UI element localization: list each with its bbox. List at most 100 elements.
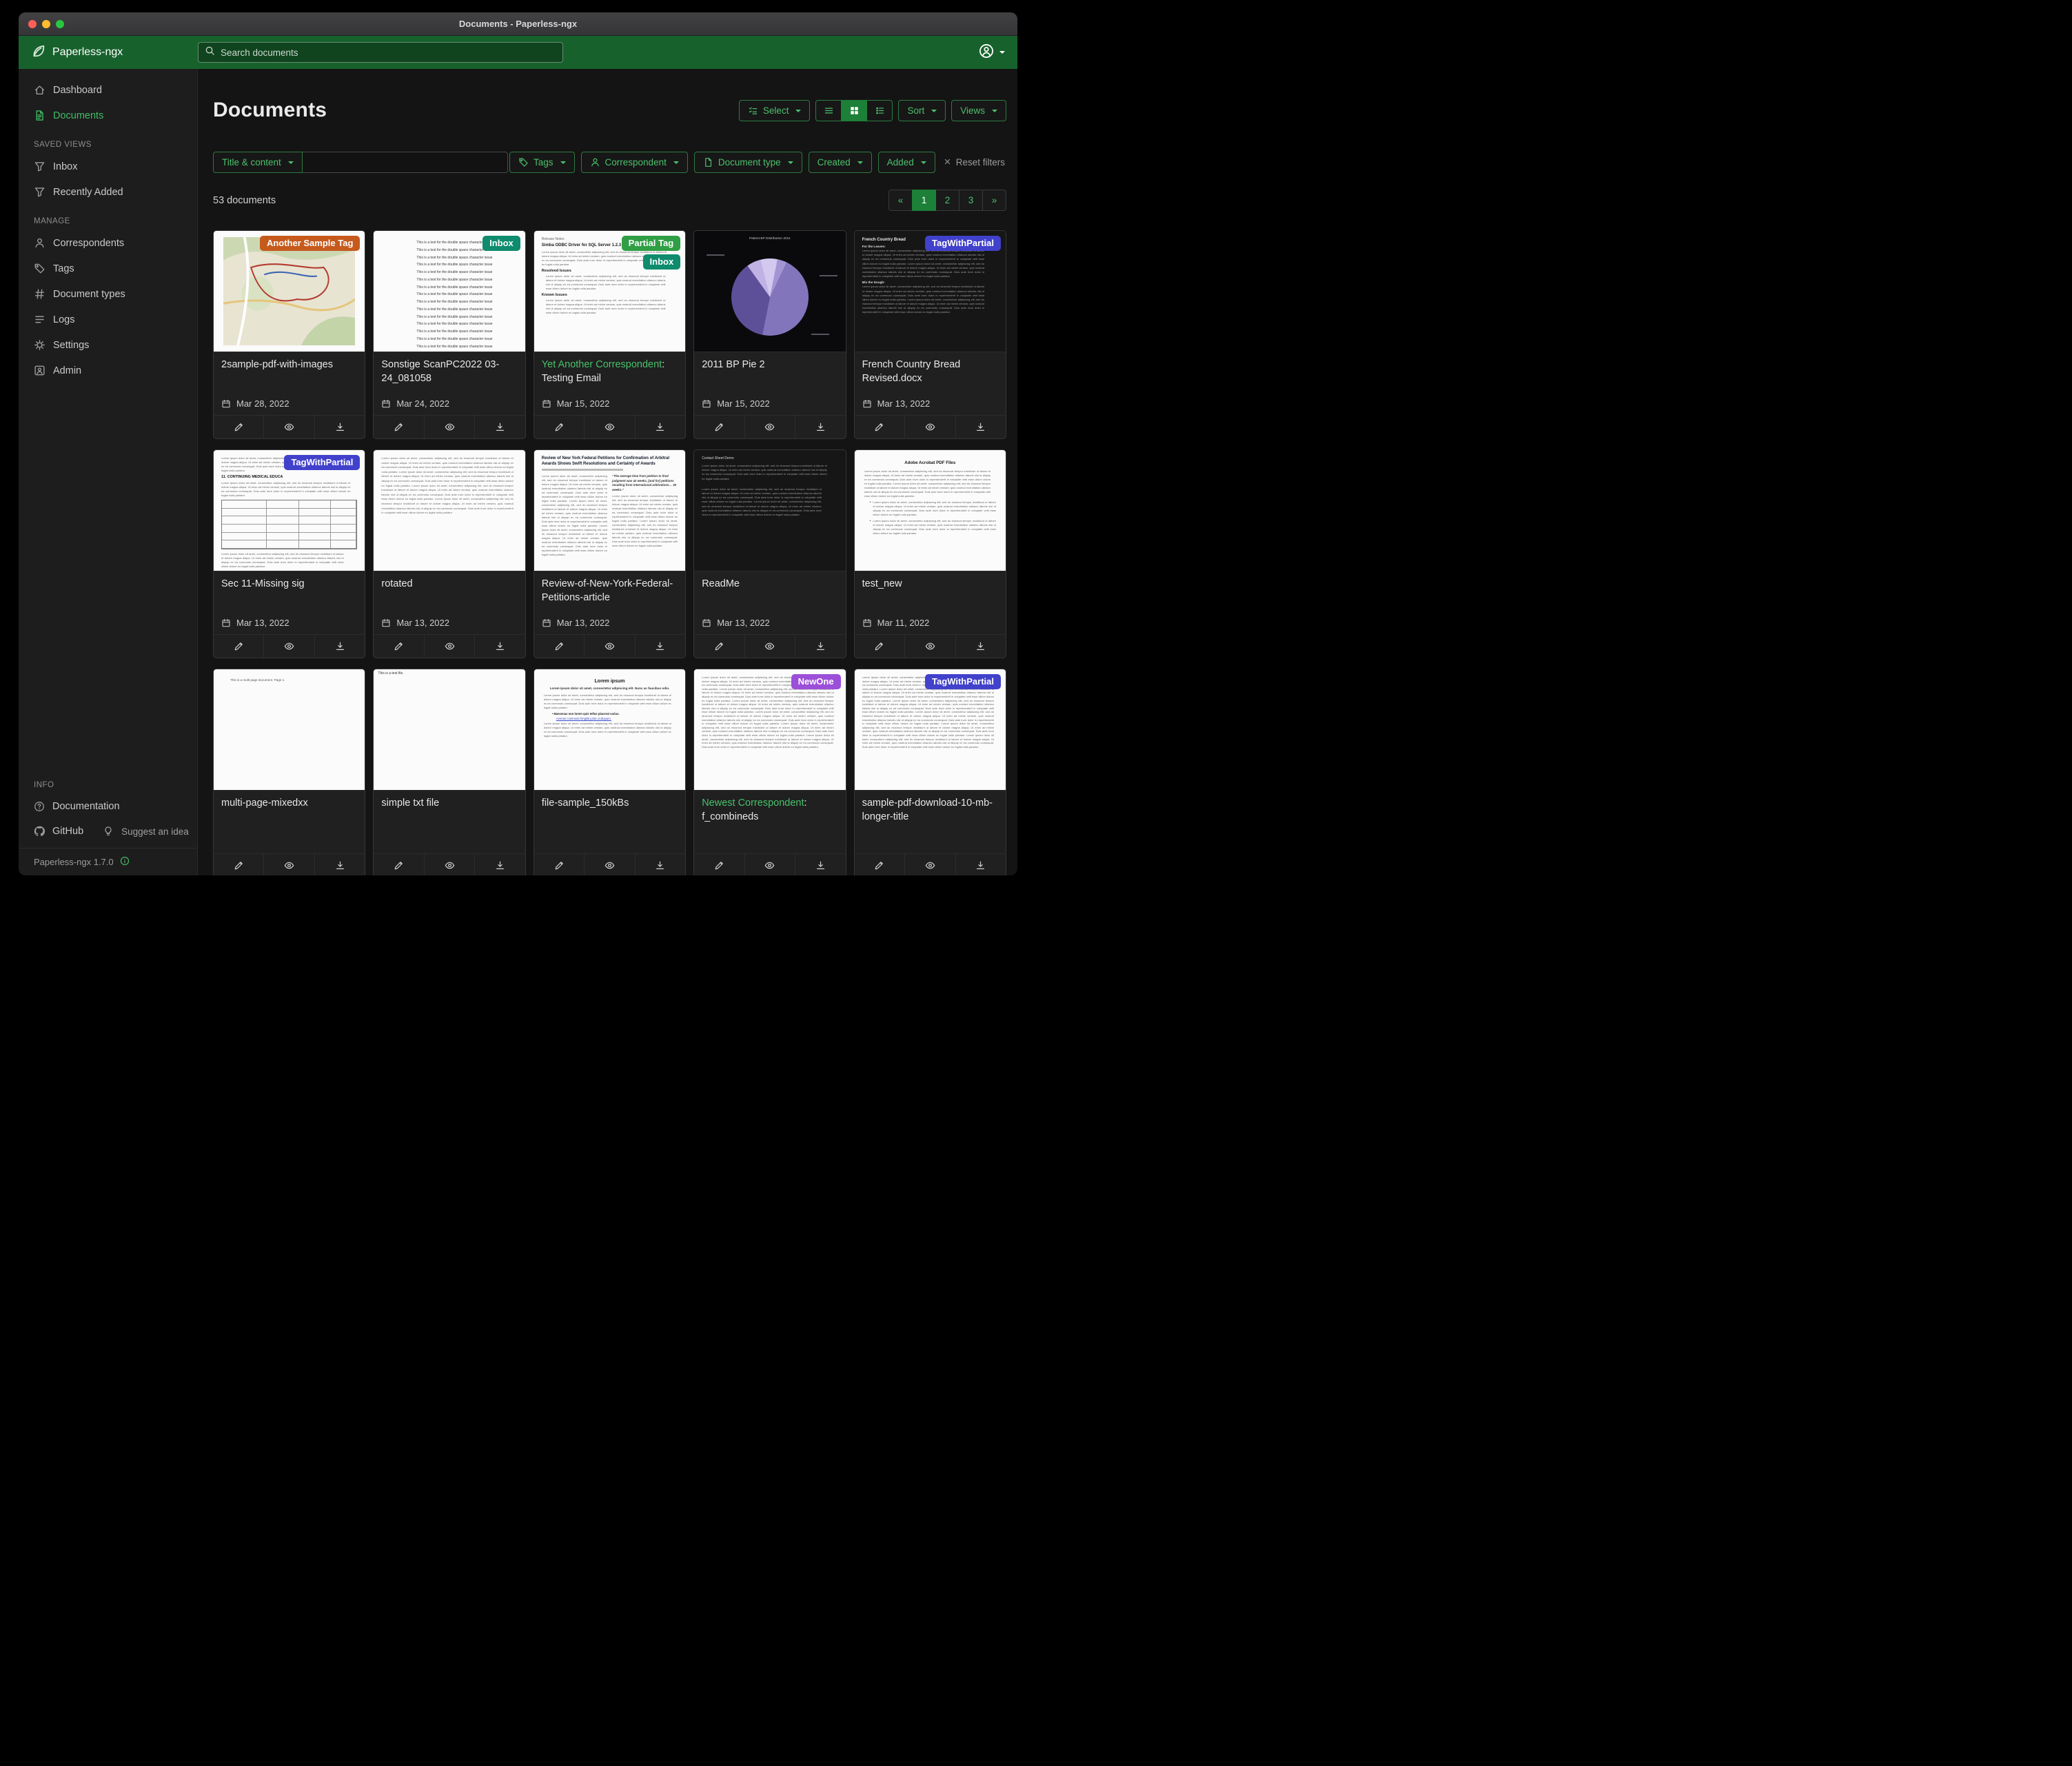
sidebar-item-tags[interactable]: Tags [19,256,197,281]
edit-button[interactable] [534,416,584,438]
tag-another-sample-tag[interactable]: Another Sample Tag [260,236,360,251]
views-button[interactable]: Views [951,100,1006,121]
document-type-filter-button[interactable]: Document type [694,152,802,173]
sidebar-item-settings[interactable]: Settings [19,332,197,358]
download-button[interactable] [474,416,525,438]
document-thumbnail[interactable]: Lorem ipsum dolor sit amet, consectetur … [694,669,845,791]
edit-button[interactable] [374,635,423,658]
edit-button[interactable] [694,854,744,875]
close-window-button[interactable] [28,20,37,28]
document-title[interactable]: Newest Correspondent: f_combineds [702,797,837,824]
document-title[interactable]: file-sample_150kBs [542,797,678,811]
view-button[interactable] [424,854,474,875]
download-button[interactable] [795,416,845,438]
document-thumbnail[interactable]: Lorem ipsum dolor sit amet, consectetur … [374,450,525,571]
download-button[interactable] [635,635,685,658]
document-card[interactable]: Lorem ipsum dolor sit amet, consectetur … [693,669,846,875]
tag-tagwithpartial[interactable]: TagWithPartial [925,236,1001,251]
edit-button[interactable] [855,635,904,658]
download-button[interactable] [955,854,1006,875]
document-card[interactable]: This is a test for the double space char… [373,230,525,439]
sidebar-item-recently-added[interactable]: Recently Added [19,179,197,205]
minimize-window-button[interactable] [42,20,50,28]
edit-button[interactable] [534,854,584,875]
document-title[interactable]: Sonstige ScanPC2022 03-24_081058 [381,358,517,385]
edit-button[interactable] [214,635,263,658]
prev-page-button[interactable]: « [888,190,913,211]
document-thumbnail[interactable]: Another Sample Tag [214,231,365,352]
download-button[interactable] [314,635,365,658]
next-page-button[interactable]: » [982,190,1006,211]
download-button[interactable] [635,854,685,875]
view-button[interactable] [584,854,634,875]
tag-inbox[interactable]: Inbox [643,254,681,270]
tag-inbox[interactable]: Inbox [483,236,520,251]
created-filter-button[interactable]: Created [809,152,872,173]
document-card[interactable]: French Country BreadFor the Leaven:Lorem… [854,230,1006,439]
view-button[interactable] [584,635,634,658]
document-title[interactable]: Sec 11-Missing sig [221,578,357,591]
global-search[interactable] [198,42,563,63]
view-button[interactable] [263,854,314,875]
download-button[interactable] [955,635,1006,658]
tag-newone[interactable]: NewOne [791,674,841,689]
document-thumbnail[interactable]: Lorem ipsumLorem ipsum dolor sit amet, c… [534,669,685,791]
reset-filters-button[interactable]: Reset filters [942,157,1006,168]
page-button-3[interactable]: 3 [959,190,983,211]
sort-button[interactable]: Sort [898,100,946,121]
sidebar-item-correspondents[interactable]: Correspondents [19,230,197,256]
view-button[interactable] [744,635,795,658]
document-title[interactable]: 2sample-pdf-with-images [221,358,357,372]
document-card[interactable]: Release NotesSimba ODBC Driver for SQL S… [534,230,686,439]
sidebar-item-documentation[interactable]: Documentation [19,794,197,819]
view-button[interactable] [424,416,474,438]
correspondent-filter-button[interactable]: Correspondent [581,152,688,173]
filter-query-input[interactable] [303,152,508,173]
document-title[interactable]: simple txt file [381,797,517,811]
list-view-button[interactable] [815,100,842,121]
document-card[interactable]: Lorem ipsumLorem ipsum dolor sit amet, c… [534,669,686,875]
tags-filter-button[interactable]: Tags [509,152,575,173]
document-thumbnail[interactable]: French Country BreadFor the Leaven:Lorem… [855,231,1006,352]
document-card[interactable]: This is a test file. simple txt file [373,669,525,875]
zoom-window-button[interactable] [56,20,64,28]
sidebar-item-github[interactable]: GitHub [19,819,88,844]
edit-button[interactable] [214,854,263,875]
document-card[interactable]: Adobe Acrobat PDF FilesLorem ipsum dolor… [854,449,1006,658]
download-button[interactable] [635,416,685,438]
brand[interactable]: Paperless-ngx [31,43,198,62]
edit-button[interactable] [694,635,744,658]
grid-view-button[interactable] [841,100,867,121]
document-title[interactable]: sample-pdf-download-10-mb-longer-title [862,797,998,824]
sidebar-item-inbox[interactable]: Inbox [19,154,197,179]
view-button[interactable] [263,635,314,658]
edit-button[interactable] [694,416,744,438]
edit-button[interactable] [855,854,904,875]
sidebar-item-admin[interactable]: Admin [19,358,197,383]
view-button[interactable] [744,854,795,875]
document-thumbnail[interactable]: Contact Sheet DemoLorem ipsum dolor sit … [694,450,845,571]
document-title[interactable]: French Country Bread Revised.docx [862,358,998,385]
document-thumbnail[interactable]: This is a test file. [374,669,525,791]
document-title[interactable]: ReadMe [702,578,837,591]
added-filter-button[interactable]: Added [878,152,935,173]
user-menu-button[interactable] [979,43,1005,62]
view-button[interactable] [904,854,955,875]
search-input[interactable] [221,48,556,58]
document-card[interactable]: Another Sample Tag 2sample-pdf-with-imag… [213,230,365,439]
download-button[interactable] [795,635,845,658]
document-card[interactable]: Lorem ipsum dolor sit amet, consectetur … [213,449,365,658]
document-thumbnail[interactable]: Lorem ipsum dolor sit amet, consectetur … [855,669,1006,791]
download-button[interactable] [474,854,525,875]
document-thumbnail[interactable]: Review of New York Federal Petitions for… [534,450,685,571]
document-title[interactable]: Yet Another Correspondent: Testing Email [542,358,678,385]
document-correspondent[interactable]: Newest Correspondent [702,798,804,809]
view-button[interactable] [904,416,955,438]
sidebar-item-suggest-idea[interactable]: Suggest an idea [88,819,193,844]
download-button[interactable] [314,416,365,438]
document-card[interactable]: Review of New York Federal Petitions for… [534,449,686,658]
edit-button[interactable] [214,416,263,438]
document-thumbnail[interactable]: Patient BP Distribution 2011 [694,231,845,352]
download-button[interactable] [474,635,525,658]
document-card[interactable]: Lorem ipsum dolor sit amet, consectetur … [854,669,1006,875]
